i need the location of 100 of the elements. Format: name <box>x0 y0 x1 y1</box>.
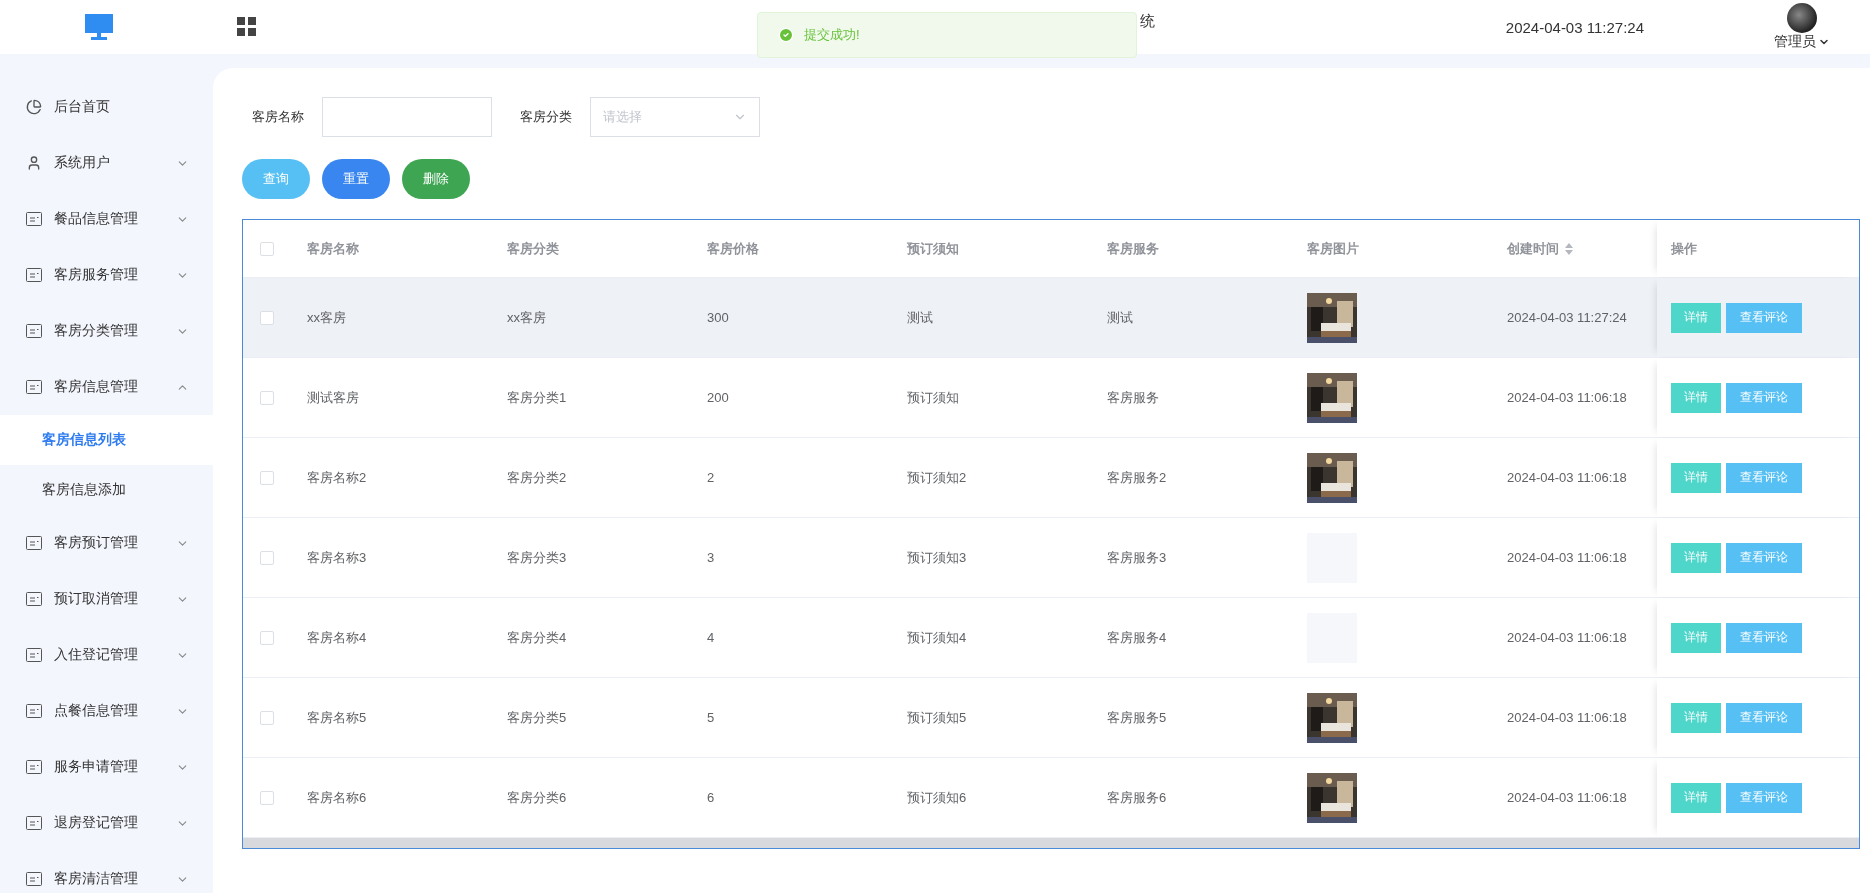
sidebar-item[interactable]: 服务申请管理 <box>0 739 213 795</box>
table-cell-text: 客房服务3 <box>1106 548 1168 567</box>
table-cell-text: 客房服务2 <box>1106 468 1168 487</box>
column-header: 操作 <box>1657 220 1859 277</box>
table-cell-text: 客房服务 <box>1106 388 1160 407</box>
table-cell-text: 300 <box>706 310 730 325</box>
details-button[interactable]: 详情 <box>1671 702 1721 733</box>
sidebar-item[interactable]: 后台首页 <box>0 79 213 135</box>
comments-button[interactable]: 查看评论 <box>1726 382 1802 413</box>
checkbox[interactable] <box>260 550 274 565</box>
table-cell-text: 2024-04-03 11:06:18 <box>1506 710 1628 725</box>
checkbox[interactable] <box>260 241 274 256</box>
sidebar-item[interactable]: 预订取消管理 <box>0 571 213 627</box>
sidebar-subitem[interactable]: 客房信息添加 <box>0 465 213 515</box>
header-datetime: 2024-04-03 11:27:24 <box>1505 18 1644 36</box>
table-cell-text: xx客房 <box>506 308 547 327</box>
toast-message: 提交成功! <box>804 26 860 44</box>
table-cell-text: 2 <box>706 470 716 485</box>
sidebar-item[interactable]: 客房分类管理 <box>0 303 213 359</box>
table-cell-text: 客房名称5 <box>306 708 368 727</box>
sidebar-subitem[interactable]: 客房信息列表 <box>0 415 213 465</box>
filter-label: 客房分类 <box>519 108 572 126</box>
table-cell-text: 2024-04-03 11:06:18 <box>1506 550 1628 565</box>
column-header: 客房名称 <box>306 239 360 258</box>
avatar[interactable] <box>1787 3 1817 33</box>
table-cell-text: 客房分类6 <box>506 788 568 807</box>
query-button[interactable]: 查询 <box>242 159 310 199</box>
user-menu[interactable]: 管理员 <box>1774 33 1830 51</box>
table-cell-text: 客房名称6 <box>306 788 368 807</box>
table-cell-text: 预订须知2 <box>906 468 968 487</box>
column-header: 预订须知 <box>906 239 960 258</box>
column-header: 客房服务 <box>1106 239 1160 258</box>
sidebar-item[interactable]: 客房信息管理 <box>0 359 213 415</box>
table-cell-text: 6 <box>706 790 716 805</box>
column-header[interactable]: 创建时间 <box>1491 239 1657 258</box>
table-cell-text: 预订须知6 <box>906 788 968 807</box>
table-cell-text: 客房服务4 <box>1106 628 1168 647</box>
card-icon <box>26 760 42 774</box>
details-button[interactable]: 详情 <box>1671 542 1721 573</box>
table-cell-text: 客房服务5 <box>1106 708 1168 727</box>
table-cell-text: 4 <box>706 630 716 645</box>
details-button[interactable]: 详情 <box>1671 782 1721 813</box>
table-cell-text: 客房分类5 <box>506 708 568 727</box>
comments-button[interactable]: 查看评论 <box>1726 302 1802 333</box>
details-button[interactable]: 详情 <box>1671 302 1721 333</box>
table-cell-text: 客房名称2 <box>306 468 368 487</box>
table-cell-text: 2024-04-03 11:06:18 <box>1506 790 1628 805</box>
comments-button[interactable]: 查看评论 <box>1726 542 1802 573</box>
sort-icon[interactable] <box>1565 242 1573 255</box>
details-button[interactable]: 详情 <box>1671 382 1721 413</box>
pie-chart-icon <box>26 99 42 115</box>
sidebar-item[interactable]: 客房服务管理 <box>0 247 213 303</box>
table-cell-text: 客房分类1 <box>506 388 568 407</box>
delete-button[interactable]: 删除 <box>402 159 470 199</box>
scrollbar[interactable] <box>243 838 1859 848</box>
table-cell-text: 客房分类2 <box>506 468 568 487</box>
filter-label: 客房名称 <box>251 108 304 126</box>
table-cell-text: 5 <box>706 710 716 725</box>
checkbox[interactable] <box>260 470 274 485</box>
sidebar-item[interactable]: 餐品信息管理 <box>0 191 213 247</box>
comments-button[interactable]: 查看评论 <box>1726 622 1802 653</box>
table-cell-text: 客房分类4 <box>506 628 568 647</box>
table-cell-text: 客房服务6 <box>1106 788 1168 807</box>
details-button[interactable]: 详情 <box>1671 462 1721 493</box>
header-title: 统 <box>1140 12 1155 31</box>
table-cell-text: 客房名称3 <box>306 548 368 567</box>
table-cell-text: 测试 <box>906 308 934 327</box>
card-icon <box>26 536 42 550</box>
sidebar-item[interactable]: 点餐信息管理 <box>0 683 213 739</box>
comments-button[interactable]: 查看评论 <box>1726 462 1802 493</box>
checkbox[interactable] <box>260 790 274 805</box>
check-circle-icon <box>778 27 794 43</box>
sidebar-item[interactable]: 入住登记管理 <box>0 627 213 683</box>
user-icon <box>26 155 42 171</box>
monitor-icon <box>84 13 114 41</box>
sidebar-item[interactable]: 客房预订管理 <box>0 515 213 571</box>
sidebar-item[interactable]: 客房清洁管理 <box>0 851 213 893</box>
table-cell-text: 预订须知5 <box>906 708 968 727</box>
grid-icon[interactable] <box>237 17 257 37</box>
input-field[interactable] <box>322 97 492 137</box>
details-button[interactable]: 详情 <box>1671 622 1721 653</box>
column-header: 客房分类 <box>506 239 560 258</box>
checkbox[interactable] <box>260 630 274 645</box>
table-cell-text: 200 <box>706 390 730 405</box>
table-cell-text: 客房分类3 <box>506 548 568 567</box>
card-icon <box>26 268 42 282</box>
sidebar-item[interactable]: 系统用户 <box>0 135 213 191</box>
card-icon <box>26 816 42 830</box>
card-icon <box>26 380 42 394</box>
checkbox[interactable] <box>260 310 274 325</box>
comments-button[interactable]: 查看评论 <box>1726 702 1802 733</box>
checkbox[interactable] <box>260 710 274 725</box>
reset-button[interactable]: 重置 <box>322 159 390 199</box>
checkbox[interactable] <box>260 390 274 405</box>
select-field[interactable]: 请选择 <box>590 97 760 137</box>
sidebar-item[interactable]: 退房登记管理 <box>0 795 213 851</box>
card-icon <box>26 704 42 718</box>
column-header: 客房价格 <box>706 239 760 258</box>
comments-button[interactable]: 查看评论 <box>1726 782 1802 813</box>
card-icon <box>26 212 42 226</box>
